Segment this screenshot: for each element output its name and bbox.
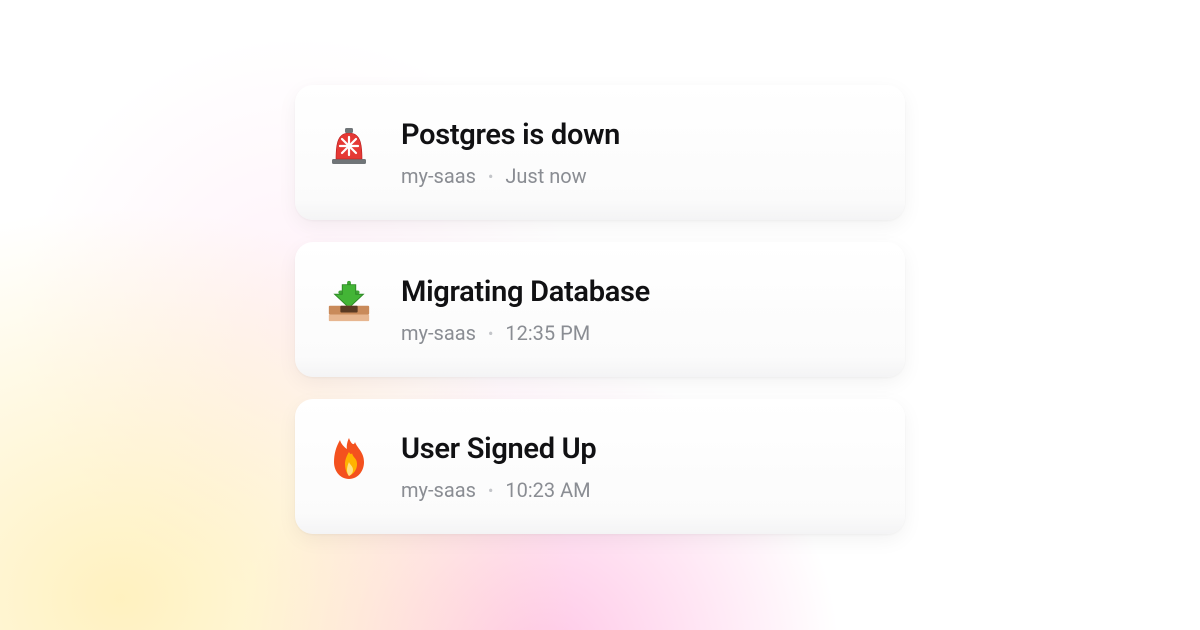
- fire-icon: [325, 434, 373, 482]
- notification-time: 10:23 AM: [505, 478, 590, 502]
- notification-project: my-saas: [401, 478, 476, 502]
- notification-meta: my-saas • Just now: [401, 164, 875, 188]
- notification-title: User Signed Up: [401, 432, 875, 466]
- download-tray-icon: [325, 277, 373, 325]
- notification-title: Migrating Database: [401, 275, 875, 309]
- notification-title: Postgres is down: [401, 118, 875, 152]
- meta-separator: •: [488, 324, 493, 343]
- meta-separator: •: [488, 481, 493, 500]
- siren-icon: [325, 120, 373, 168]
- notification-time: 12:35 PM: [505, 321, 590, 345]
- notification-card[interactable]: User Signed Up my-saas • 10:23 AM: [295, 399, 905, 534]
- notification-feed: Postgres is down my-saas • Just now Migr…: [295, 85, 905, 534]
- notification-project: my-saas: [401, 164, 476, 188]
- notification-meta: my-saas • 10:23 AM: [401, 478, 875, 502]
- notification-meta: my-saas • 12:35 PM: [401, 321, 875, 345]
- meta-separator: •: [488, 167, 493, 186]
- notification-body: Postgres is down my-saas • Just now: [401, 118, 875, 188]
- notification-project: my-saas: [401, 321, 476, 345]
- notification-card[interactable]: Migrating Database my-saas • 12:35 PM: [295, 242, 905, 377]
- notification-body: Migrating Database my-saas • 12:35 PM: [401, 275, 875, 345]
- notification-body: User Signed Up my-saas • 10:23 AM: [401, 432, 875, 502]
- notification-card[interactable]: Postgres is down my-saas • Just now: [295, 85, 905, 220]
- notification-time: Just now: [505, 164, 586, 188]
